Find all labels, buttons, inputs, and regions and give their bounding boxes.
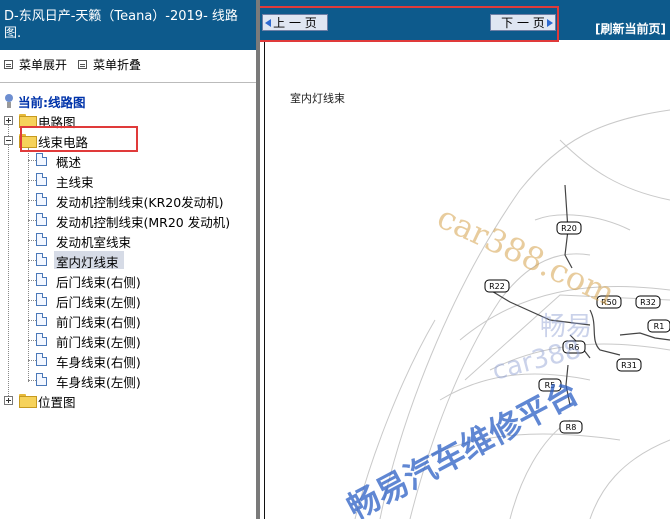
tree-line: [28, 240, 36, 241]
document-icon: [36, 193, 47, 206]
document-icon: [36, 373, 47, 386]
tree-leaf-body-right[interactable]: 车身线束(右侧): [0, 350, 256, 370]
location-pin-icon: [4, 94, 14, 108]
left-panel-title: D-东风日产-天籁（Teana）-2019- 线路图.: [0, 0, 256, 50]
harness-diagram: R20 R22 R50 R32 R1 R6 R31 R5 R8 car388.c…: [341, 109, 670, 519]
watermark-site-2: car388: [489, 334, 584, 386]
collapse-minus-icon[interactable]: [4, 136, 13, 145]
svg-text:R1: R1: [654, 322, 665, 331]
connector-r22: R22: [484, 279, 510, 293]
left-panel: D-东风日产-天籁（Teana）-2019- 线路图. 菜单展开 菜单折叠 当前…: [0, 0, 256, 519]
svg-text:R32: R32: [640, 298, 656, 307]
tree-leaf-front-door-left[interactable]: 前门线束(左侧): [0, 330, 256, 350]
tree-leaf-label: 后门线束(右侧): [56, 275, 141, 290]
svg-text:R31: R31: [621, 361, 637, 370]
svg-text:R22: R22: [489, 282, 505, 291]
tree-leaf-front-door-right[interactable]: 前门线束(右侧): [0, 310, 256, 330]
annotation-box-navigation: [260, 6, 559, 42]
document-icon: [36, 273, 47, 286]
tree-leaf-overview[interactable]: 概述: [0, 150, 256, 170]
menu-expand-button[interactable]: 菜单展开: [4, 55, 67, 73]
folder-icon: [19, 114, 37, 128]
menu-operations: 菜单展开 菜单折叠: [0, 55, 256, 73]
tree-leaf-interior-light[interactable]: 室内灯线束: [0, 250, 256, 270]
folder-icon: [19, 394, 37, 408]
connector-r1: R1: [647, 319, 670, 333]
connector-r8: R8: [559, 420, 583, 434]
current-location: 当前:线路图: [4, 92, 86, 110]
tree-leaf-label: 发动机控制线束(KR20发动机): [56, 195, 224, 210]
tree-leaf-label: 车身线束(左侧): [56, 375, 141, 390]
expand-plus-icon[interactable]: [4, 396, 13, 405]
document-icon: [36, 153, 47, 166]
document-icon: [36, 233, 47, 246]
tree-leaf-label: 发动机室线束: [56, 235, 132, 250]
document-icon: [36, 353, 47, 366]
car-outline: [354, 109, 670, 519]
tree-node-label: 位置图: [38, 395, 76, 410]
tree-leaf-label: 前门线束(左侧): [56, 335, 141, 350]
tree-leaf-engine-mr20[interactable]: 发动机控制线束(MR20 发动机): [0, 210, 256, 230]
tree-leaf-label: 后门线束(左侧): [56, 295, 141, 310]
tree-line: [28, 220, 36, 221]
tree-leaf-engine-room[interactable]: 发动机室线束: [0, 230, 256, 250]
tree-line: [28, 180, 36, 181]
tree-leaf-rear-door-left[interactable]: 后门线束(左侧): [0, 290, 256, 310]
current-location-label: 当前:线路图: [18, 94, 86, 110]
connector-r31: R31: [616, 358, 642, 372]
menu-collapse-label: 菜单折叠: [93, 57, 142, 72]
tree-leaf-label: 室内灯线束: [56, 255, 119, 270]
document-icon: [36, 213, 47, 226]
document-icon: [36, 253, 47, 266]
document-icon: [36, 313, 47, 326]
separator: [0, 82, 256, 83]
tree-leaf-label: 概述: [56, 155, 82, 170]
tree-leaf-label: 主线束: [56, 175, 94, 190]
tree-leaf-rear-door-right[interactable]: 后门线束(右侧): [0, 270, 256, 290]
right-panel: 上 一 页 下 一 页 [刷新当前页] 室内灯线束 R20 R22 R50 R3…: [260, 0, 670, 519]
annotation-box-harness: [20, 126, 138, 152]
tree-line: [28, 360, 36, 361]
tree-line: [28, 260, 36, 261]
tree-leaf-main-harness[interactable]: 主线束: [0, 170, 256, 190]
document-icon: [36, 293, 47, 306]
tree-line: [28, 380, 36, 381]
connector-r20: R20: [556, 221, 582, 235]
document-icon: [36, 173, 47, 186]
watermark-site: car388.com: [432, 198, 621, 313]
refresh-page-link[interactable]: [刷新当前页]: [595, 20, 666, 37]
tree-line: [28, 160, 36, 161]
menu-collapse-icon: [78, 59, 87, 69]
tree-line: [28, 300, 36, 301]
tree-line: [28, 200, 36, 201]
menu-expand-icon: [4, 59, 13, 69]
menu-collapse-button[interactable]: 菜单折叠: [78, 55, 141, 73]
tree-leaf-label: 前门线束(右侧): [56, 315, 141, 330]
tree-leaf-label: 发动机控制线束(MR20 发动机): [56, 215, 231, 230]
expand-plus-icon[interactable]: [4, 116, 13, 125]
tree-leaf-body-left[interactable]: 车身线束(左侧): [0, 370, 256, 390]
menu-expand-label: 菜单展开: [19, 57, 68, 72]
tree-line: [28, 280, 36, 281]
tree-leaf-label: 车身线束(右侧): [56, 355, 141, 370]
svg-text:R8: R8: [566, 423, 577, 432]
connector-r32: R32: [635, 295, 661, 309]
svg-text:R20: R20: [561, 224, 577, 233]
document-icon: [36, 333, 47, 346]
tree-line: [28, 320, 36, 321]
tree-line: [28, 340, 36, 341]
tree-leaf-engine-kr20[interactable]: 发动机控制线束(KR20发动机): [0, 190, 256, 210]
tree-node-location[interactable]: 位置图: [0, 390, 256, 410]
